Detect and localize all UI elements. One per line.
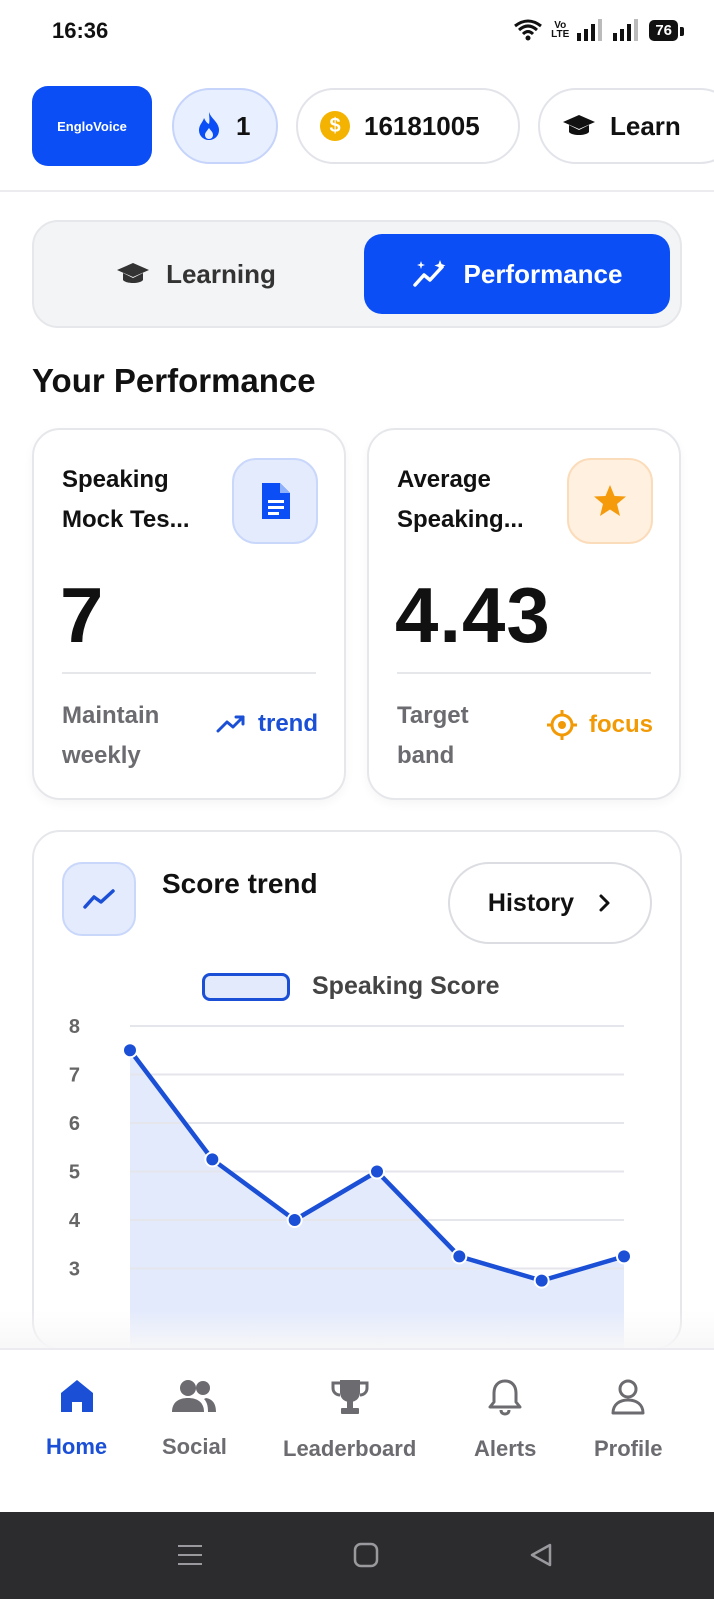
- bell-icon: [488, 1379, 522, 1416]
- system-nav-bar: [0, 1512, 714, 1599]
- sparkle-chart-icon: [412, 260, 446, 287]
- document-icon: [232, 458, 318, 544]
- data-point: [533, 1272, 550, 1289]
- graduation-cap-icon: [563, 115, 595, 135]
- trend-title: Score trend: [162, 868, 318, 899]
- card-note: Maintain weekly: [62, 702, 160, 769]
- history-label: History: [487, 888, 575, 917]
- score-trend-card: Score trend History Speaking Score 3 4 5 6 7…: [32, 830, 682, 1350]
- mock-test-card[interactable]: Speaking Mock Tes... 7 Maintain weekly t…: [32, 428, 346, 800]
- coins-chip[interactable]: $ 16181005: [296, 88, 520, 164]
- data-point: [204, 1151, 221, 1168]
- graduation-cap-icon: [117, 263, 150, 283]
- card-divider: [62, 672, 316, 674]
- legend-label: Speaking Score: [312, 972, 500, 1000]
- wifi-icon: [514, 19, 543, 41]
- nav-profile-label: Profile: [594, 1436, 663, 1461]
- learn-chip[interactable]: Learn: [538, 88, 714, 164]
- nav-profile[interactable]: Profile: [594, 1378, 662, 1462]
- bottom-nav: Home Social Leaderboard Alerts Profile: [0, 1348, 714, 1512]
- signal-icon: [577, 19, 603, 41]
- data-point: [122, 1042, 138, 1059]
- nav-leaderboard-label: Leaderboard: [283, 1436, 417, 1461]
- nav-home-label: Home: [46, 1434, 108, 1459]
- battery-indicator: 76: [649, 19, 684, 41]
- data-point: [616, 1248, 632, 1265]
- person-icon: [611, 1379, 645, 1415]
- card-tag: focus: [546, 710, 653, 740]
- legend-swatch: [202, 972, 290, 1001]
- status-icons: Vo LTE 76: [513, 18, 684, 42]
- nav-home[interactable]: Home: [46, 1378, 107, 1460]
- header-divider: [0, 190, 714, 192]
- streak-chip[interactable]: 1: [172, 88, 278, 164]
- average-score-card[interactable]: Average Speaking... 4.43 Target band foc…: [367, 428, 681, 800]
- signal-icon-2: [613, 19, 639, 41]
- y-tick-label: 3: [69, 1259, 80, 1281]
- trending-up-icon: [216, 715, 245, 733]
- card-value: 4.43: [395, 571, 551, 659]
- chart-legend: Speaking Score: [202, 972, 500, 1001]
- score-trend-chart: 3 4 5 6 7 8: [69, 1016, 632, 1348]
- star-icon: [567, 458, 653, 544]
- chevron-right-icon: [599, 894, 610, 912]
- scroll-fade: [0, 1310, 714, 1350]
- section-title: Your Performance: [32, 362, 316, 399]
- home-icon: [60, 1380, 93, 1412]
- streak-count: 1: [236, 110, 251, 141]
- menu-icon[interactable]: [176, 1542, 204, 1568]
- nav-alerts-label: Alerts: [474, 1436, 537, 1461]
- header-row: EngloVoice 1 $ 16181005 Learn: [0, 86, 714, 166]
- status-bar: 16:36 Vo LTE 76: [0, 0, 714, 64]
- nav-social-label: Social: [162, 1434, 227, 1459]
- home-square-icon[interactable]: [353, 1542, 379, 1568]
- card-title: Speaking Mock Tes...: [62, 466, 190, 533]
- y-tick-label: 4: [69, 1210, 81, 1232]
- app-logo[interactable]: EngloVoice: [32, 86, 152, 166]
- nav-alerts[interactable]: Alerts: [474, 1378, 536, 1462]
- card-note: Target band: [397, 702, 469, 769]
- data-point: [286, 1212, 303, 1228]
- card-value: 7: [60, 571, 105, 659]
- back-triangle-icon[interactable]: [528, 1542, 554, 1568]
- series-area: [130, 1050, 624, 1348]
- view-toggle: Learning Performance: [32, 220, 682, 328]
- y-tick-label: 5: [69, 1162, 80, 1184]
- card-tag-label: trend: [258, 710, 318, 737]
- history-button[interactable]: History: [448, 862, 652, 944]
- coin-count: 16181005: [364, 110, 480, 141]
- coin-icon: $: [320, 111, 350, 141]
- nav-leaderboard[interactable]: Leaderboard: [283, 1378, 416, 1462]
- line-chart-icon: [62, 862, 136, 936]
- card-tag: trend: [216, 710, 318, 738]
- card-title: Average Speaking...: [397, 466, 524, 533]
- target-icon: [546, 710, 577, 740]
- y-tick-label: 6: [69, 1113, 80, 1135]
- card-divider: [397, 672, 651, 674]
- flame-icon: [199, 112, 219, 140]
- tab-learning[interactable]: Learning: [46, 234, 346, 314]
- volte-indicator: Vo LTE: [551, 20, 570, 40]
- data-point: [451, 1248, 468, 1265]
- tab-learning-label: Learning: [166, 258, 276, 289]
- learn-label: Learn: [610, 110, 681, 141]
- y-tick-label: 7: [69, 1065, 80, 1087]
- data-point: [369, 1163, 385, 1180]
- nav-social[interactable]: Social: [162, 1378, 227, 1460]
- status-time: 16:36: [52, 18, 109, 43]
- tab-performance-label: Performance: [463, 258, 623, 289]
- tab-performance[interactable]: Performance: [364, 234, 670, 314]
- trophy-icon: [331, 1380, 369, 1414]
- people-icon: [172, 1380, 217, 1412]
- card-tag-label: focus: [588, 711, 653, 738]
- y-tick-label: 8: [69, 1016, 80, 1038]
